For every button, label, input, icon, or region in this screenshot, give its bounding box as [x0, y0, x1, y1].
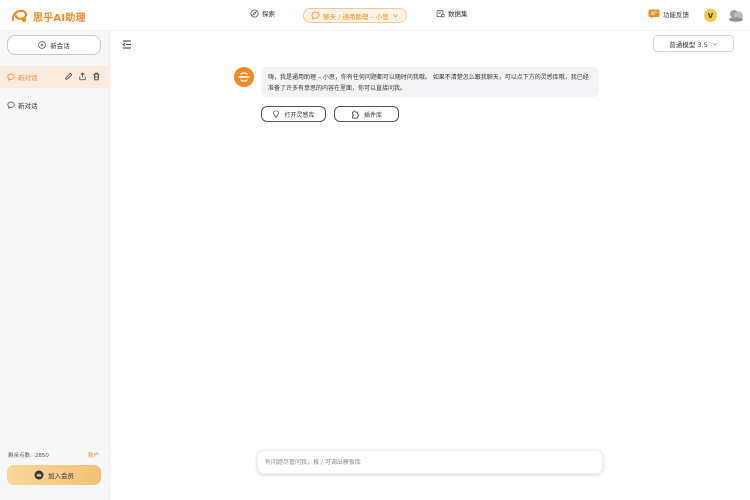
feedback-button[interactable]: 功能反馈 — [648, 9, 689, 19]
vip-badge[interactable]: V — [704, 9, 717, 22]
join-member-button[interactable]: 加入会员 — [7, 465, 101, 485]
vip-badge-label: V — [707, 11, 714, 20]
feedback-label: 功能反馈 — [663, 11, 689, 19]
chat-item-active[interactable]: 新对话 — [0, 66, 110, 88]
chat-item[interactable]: 新对话 — [0, 94, 110, 116]
join-member-label: 加入会员 — [48, 472, 74, 480]
account-link[interactable]: 账户 — [88, 451, 99, 459]
open-inspiration-library-button[interactable]: 打开灵感库 — [261, 106, 326, 122]
feedback-icon — [648, 9, 660, 19]
nav-explore[interactable]: 探索 — [250, 8, 275, 18]
points-value: 2850 — [34, 453, 49, 459]
plugin-library-label: 插件库 — [363, 111, 382, 119]
crown-icon — [34, 470, 44, 480]
remaining-points: 剩余点数: 2850 — [8, 451, 49, 459]
chat-item-actions — [64, 72, 101, 81]
nav-dataset[interactable]: 数据集 — [436, 8, 468, 18]
chat-input-box[interactable] — [257, 450, 603, 474]
chevron-down-icon — [392, 14, 398, 18]
chat-icon — [7, 73, 15, 81]
assistant-avatar — [234, 67, 254, 87]
nav-dataset-label: 数据集 — [448, 10, 468, 18]
database-icon — [436, 9, 445, 17]
nav-explore-label: 探索 — [262, 10, 275, 18]
edit-icon[interactable] — [64, 72, 73, 81]
model-select-value: 普通模型 3.5 — [669, 40, 708, 49]
app-logo[interactable]: 思乎AI助理 — [10, 8, 86, 24]
new-chat-label: 新会话 — [50, 42, 70, 50]
open-library-label: 打开灵感库 — [284, 111, 315, 119]
plus-circle-icon — [38, 41, 47, 49]
logo-icon — [11, 9, 28, 23]
chat-input[interactable] — [265, 458, 595, 466]
chat-bubble-icon — [311, 11, 320, 20]
assistant-message: 嗨，我是通用助理 – 小思，你有任何问题都可以随时问我哦。 如果不清楚怎么跟我聊… — [261, 67, 599, 97]
sidebar: 新会话 新对话 新对话 剩余点数: 2850 账户 加入会员 — [0, 31, 110, 500]
share-icon[interactable] — [78, 72, 87, 81]
model-select[interactable]: 普通模型 3.5 — [653, 35, 734, 52]
chat-item-label: 新对话 — [18, 74, 38, 82]
chat-icon — [7, 101, 15, 109]
plugin-icon — [351, 110, 360, 118]
lightbulb-icon — [273, 110, 280, 118]
chat-item-label: 新对话 — [18, 102, 38, 110]
top-bar: 思乎AI助理 探索 聊天 / 通用助理 – 小思 数据集 功能反馈 V — [0, 0, 750, 31]
nav-chat[interactable]: 聊天 / 通用助理 – 小思 — [303, 8, 407, 23]
new-chat-button[interactable]: 新会话 — [7, 35, 101, 55]
points-label: 剩余点数: — [8, 453, 32, 459]
user-avatar[interactable] — [728, 8, 744, 22]
app-name: 思乎AI助理 — [33, 12, 86, 24]
compass-icon — [250, 8, 259, 18]
nav-chat-label: 聊天 / 通用助理 – 小思 — [323, 12, 389, 21]
plugin-library-button[interactable]: 插件库 — [334, 106, 399, 122]
sidebar-toggle-icon[interactable] — [122, 40, 132, 49]
chevron-down-icon — [712, 42, 717, 46]
trash-icon[interactable] — [92, 72, 101, 81]
